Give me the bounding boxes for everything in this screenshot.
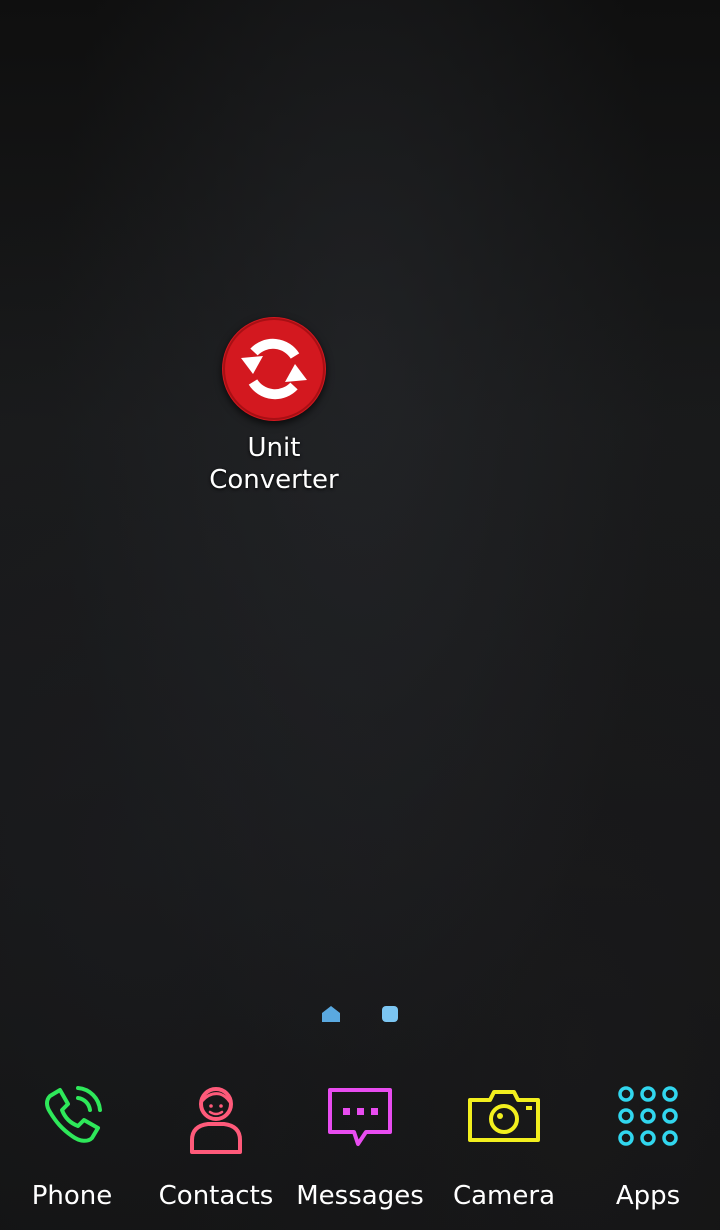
app-label-line1: Unit (247, 433, 301, 463)
apps-grid-icon (608, 1076, 688, 1156)
wallpaper (0, 0, 720, 1230)
app-label-unit-converter: Unit Converter (194, 432, 354, 496)
app-label-line2: Converter (209, 465, 339, 495)
home-page-indicator-icon[interactable] (321, 1005, 341, 1027)
message-icon (320, 1076, 400, 1156)
app-unit-converter[interactable]: Unit Converter (194, 316, 354, 496)
phone-icon (32, 1076, 112, 1156)
dock-label-camera: Camera (452, 1181, 556, 1211)
page-indicator (0, 1006, 720, 1026)
dock-item-messages[interactable]: Messages (288, 1068, 432, 1230)
unit-converter-icon (221, 316, 327, 422)
dock-label-apps: Apps (615, 1181, 681, 1211)
contact-icon (176, 1076, 256, 1156)
dock-label-phone: Phone (31, 1181, 113, 1211)
dock-label-messages: Messages (296, 1181, 424, 1211)
dock-item-contacts[interactable]: Contacts (144, 1068, 288, 1230)
page-dot-indicator[interactable] (381, 1005, 399, 1027)
dock-item-camera[interactable]: Camera (432, 1068, 576, 1230)
dock-item-apps[interactable]: Apps (576, 1068, 720, 1230)
camera-icon (464, 1076, 544, 1156)
dock-item-phone[interactable]: Phone (0, 1068, 144, 1230)
dock: Phone Contacts Messages Camera Apps (0, 1068, 720, 1230)
dock-label-contacts: Contacts (158, 1181, 274, 1211)
